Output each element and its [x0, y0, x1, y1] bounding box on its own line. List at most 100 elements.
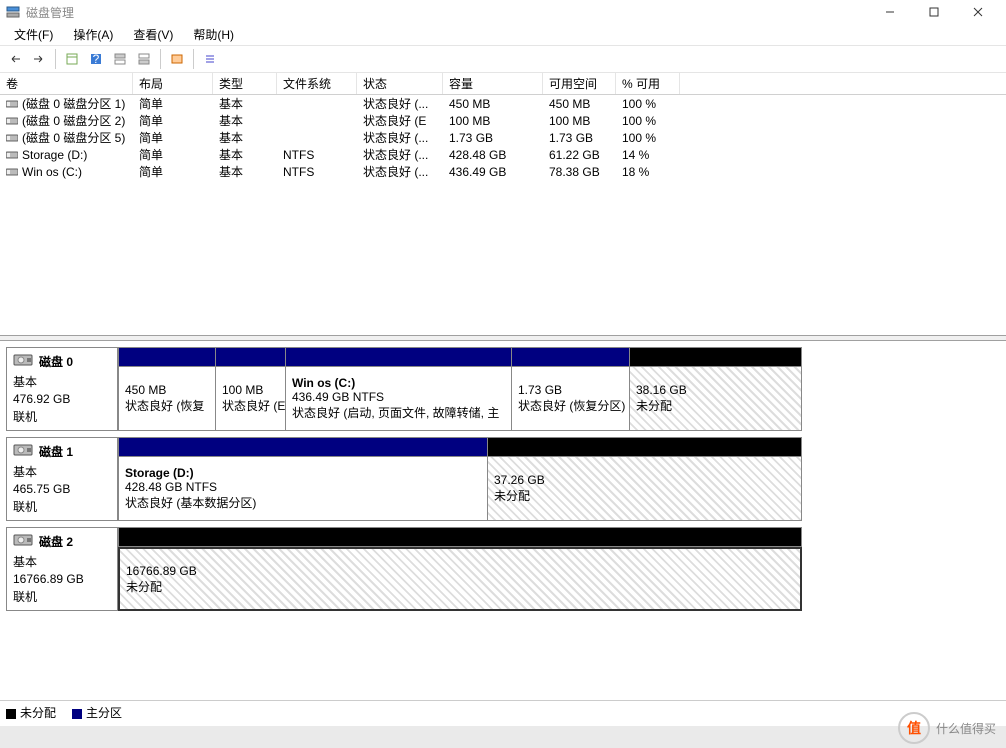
disk-label: 磁盘 2 — [39, 533, 73, 550]
volume-name: (磁盘 0 磁盘分区 1) — [22, 95, 125, 112]
disk-label: 磁盘 1 — [39, 443, 73, 460]
legend-unalloc: 未分配 — [6, 704, 56, 721]
volume-row[interactable]: Win os (C:)简单基本NTFS状态良好 (...436.49 GB78.… — [0, 163, 1006, 180]
menu-help[interactable]: 帮助(H) — [183, 24, 244, 45]
partition-size: 436.49 GB NTFS — [292, 390, 505, 404]
partition-cell[interactable]: Win os (C:)436.49 GB NTFS状态良好 (启动, 页面文件,… — [286, 367, 512, 431]
minimize-button[interactable] — [868, 0, 912, 24]
disk-label: 磁盘 0 — [39, 353, 73, 370]
hdd-icon — [13, 532, 33, 551]
svg-text:?: ? — [93, 52, 100, 66]
volume-capacity: 1.73 GB — [443, 131, 543, 145]
drive-icon — [6, 116, 18, 126]
disk-row: 磁盘 2基本16766.89 GB联机16766.89 GB未分配 — [6, 527, 1000, 611]
legend-unalloc-label: 未分配 — [20, 706, 56, 720]
volume-capacity: 100 MB — [443, 114, 543, 128]
legend-primary-label: 主分区 — [86, 706, 122, 720]
disk-info-panel[interactable]: 磁盘 1基本465.75 GB联机 — [6, 437, 118, 521]
view-bottom-icon[interactable] — [133, 48, 155, 70]
disk-row: 磁盘 1基本465.75 GB联机Storage (D:)428.48 GB N… — [6, 437, 1000, 521]
col-volume[interactable]: 卷 — [0, 73, 133, 94]
partition-status: 状态良好 (恢复分区) — [518, 397, 623, 414]
disk-status: 联机 — [13, 498, 111, 515]
list-icon[interactable] — [199, 48, 221, 70]
partition-size: 450 MB — [125, 383, 209, 397]
partition-cell[interactable]: 16766.89 GB未分配 — [118, 547, 802, 611]
partition-status: 状态良好 (基本数据分区) — [125, 494, 481, 511]
volume-percent: 18 % — [616, 165, 680, 179]
volume-name: (磁盘 0 磁盘分区 2) — [22, 112, 125, 129]
volume-status: 状态良好 (... — [357, 146, 443, 163]
col-percent[interactable]: % 可用 — [616, 73, 680, 94]
partition-cell[interactable]: Storage (D:)428.48 GB NTFS状态良好 (基本数据分区) — [118, 457, 488, 521]
volume-percent: 100 % — [616, 97, 680, 111]
pane-splitter[interactable] — [0, 335, 1006, 341]
disk-row: 磁盘 0基本476.92 GB联机450 MB状态良好 (恢复100 MB状态良… — [6, 347, 1000, 431]
volume-row[interactable]: Storage (D:)简单基本NTFS状态良好 (...428.48 GB61… — [0, 146, 1006, 163]
volume-percent: 100 % — [616, 131, 680, 145]
maximize-button[interactable] — [912, 0, 956, 24]
col-free[interactable]: 可用空间 — [543, 73, 616, 94]
menu-file[interactable]: 文件(F) — [4, 24, 63, 45]
col-capacity[interactable]: 容量 — [443, 73, 543, 94]
menu-action[interactable]: 操作(A) — [63, 24, 123, 45]
volume-name: Storage (D:) — [22, 148, 87, 162]
drive-icon — [6, 133, 18, 143]
hdd-icon — [13, 352, 33, 371]
menu-view[interactable]: 查看(V) — [123, 24, 183, 45]
disk-info-panel[interactable]: 磁盘 2基本16766.89 GB联机 — [6, 527, 118, 611]
col-layout[interactable]: 布局 — [133, 73, 213, 94]
view-top-icon[interactable] — [109, 48, 131, 70]
volume-layout: 简单 — [133, 146, 213, 163]
volume-free: 1.73 GB — [543, 131, 616, 145]
partition-size: 38.16 GB — [636, 383, 795, 397]
volume-name: (磁盘 0 磁盘分区 5) — [22, 129, 125, 146]
partition-status: 未分配 — [494, 487, 795, 504]
partition-size: 1.73 GB — [518, 383, 623, 397]
volume-row[interactable]: (磁盘 0 磁盘分区 5)简单基本状态良好 (...1.73 GB1.73 GB… — [0, 129, 1006, 146]
volume-capacity: 436.49 GB — [443, 165, 543, 179]
partition-cell[interactable]: 38.16 GB未分配 — [630, 367, 802, 431]
back-button[interactable] — [4, 48, 26, 70]
disk-size: 16766.89 GB — [13, 572, 111, 586]
col-filesystem[interactable]: 文件系统 — [277, 73, 357, 94]
volume-type: 基本 — [213, 95, 277, 112]
volume-capacity: 450 MB — [443, 97, 543, 111]
drive-icon — [6, 167, 18, 177]
toolbar-separator — [160, 49, 161, 69]
legend: 未分配 主分区 — [0, 700, 1006, 724]
partition-color-bar — [118, 347, 216, 367]
disk-size: 465.75 GB — [13, 482, 111, 496]
partition-status: 未分配 — [126, 578, 794, 595]
partition-status: 状态良好 (E — [222, 397, 279, 414]
volume-row[interactable]: (磁盘 0 磁盘分区 2)简单基本状态良好 (E100 MB100 MB100 … — [0, 112, 1006, 129]
partition-size: 37.26 GB — [494, 473, 795, 487]
volume-layout: 简单 — [133, 163, 213, 180]
hdd-icon — [13, 442, 33, 461]
partition-size: 16766.89 GB — [126, 564, 794, 578]
volume-capacity: 428.48 GB — [443, 148, 543, 162]
volume-list[interactable]: (磁盘 0 磁盘分区 1)简单基本状态良好 (...450 MB450 MB10… — [0, 95, 1006, 335]
partition-cell[interactable]: 37.26 GB未分配 — [488, 457, 802, 521]
volume-row[interactable]: (磁盘 0 磁盘分区 1)简单基本状态良好 (...450 MB450 MB10… — [0, 95, 1006, 112]
menu-bar: 文件(F) 操作(A) 查看(V) 帮助(H) — [0, 24, 1006, 45]
action-icon[interactable] — [166, 48, 188, 70]
window-controls — [868, 0, 1000, 24]
partition-cell[interactable]: 1.73 GB状态良好 (恢复分区) — [512, 367, 630, 431]
partition-cell[interactable]: 450 MB状态良好 (恢复 — [118, 367, 216, 431]
settings-icon[interactable] — [61, 48, 83, 70]
app-icon — [6, 5, 20, 19]
volume-free: 450 MB — [543, 97, 616, 111]
partition-color-bar — [286, 347, 512, 367]
col-type[interactable]: 类型 — [213, 73, 277, 94]
partition-color-bar — [118, 527, 802, 547]
partition-cell[interactable]: 100 MB状态良好 (E — [216, 367, 286, 431]
help-icon[interactable]: ? — [85, 48, 107, 70]
col-status[interactable]: 状态 — [357, 73, 443, 94]
close-button[interactable] — [956, 0, 1000, 24]
partition-status: 状态良好 (恢复 — [125, 397, 209, 414]
volume-free: 100 MB — [543, 114, 616, 128]
title-bar: 磁盘管理 — [0, 0, 1006, 24]
forward-button[interactable] — [28, 48, 50, 70]
disk-info-panel[interactable]: 磁盘 0基本476.92 GB联机 — [6, 347, 118, 431]
